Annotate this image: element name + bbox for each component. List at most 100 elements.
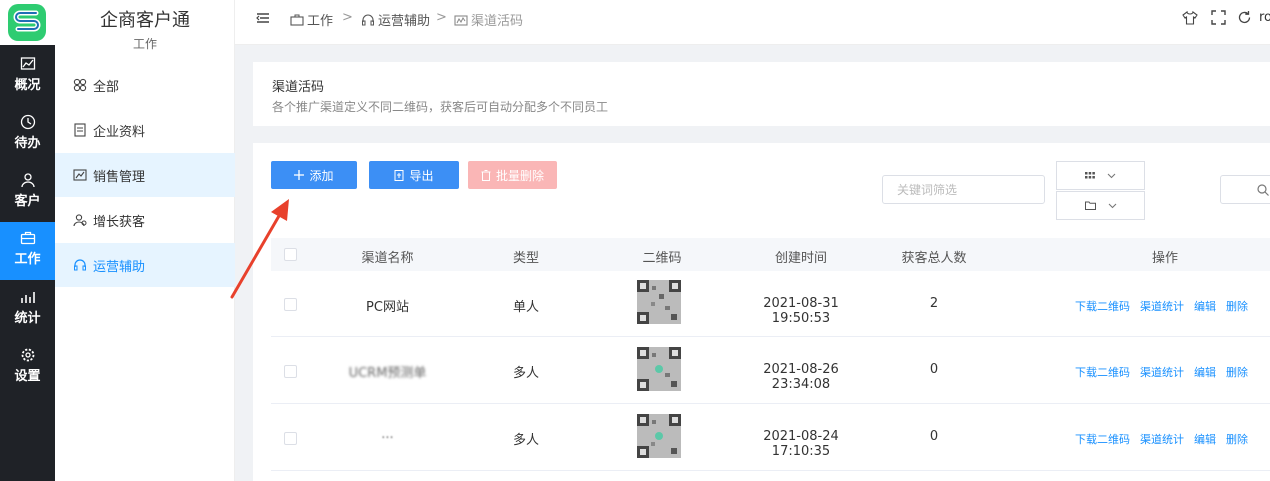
rail-label: 工作 [14,252,41,267]
document-icon [74,123,86,137]
qrcode-image[interactable] [637,414,681,458]
sidebar-item-ops[interactable]: 运营辅助 [55,243,235,287]
created-time: 2021-08-26 23:34:08 [763,362,839,392]
add-button[interactable]: 添加 [271,161,357,189]
folder-select[interactable] [1056,191,1145,220]
rail-label: 待办 [14,136,41,151]
delete-link[interactable]: 删除 [1226,298,1248,314]
download-qrcode-link[interactable]: 下载二维码 [1075,298,1130,314]
breadcrumb-label: 运营辅助 [378,14,431,29]
batch-delete-label: 批量删除 [495,168,544,183]
refresh-icon[interactable] [1237,10,1252,25]
channel-stats-link[interactable]: 渠道统计 [1140,364,1184,380]
sidebar-item-label: 销售管理 [93,169,146,185]
rail-item-todo[interactable]: 待办 [0,106,55,164]
column-header: 二维码 [642,251,682,266]
rail-item-work[interactable]: 工作 [0,222,55,280]
sidebar-item-company-info[interactable]: 企业资料 [55,108,235,152]
export-button[interactable]: 导出 [369,161,459,189]
add-button-label: 添加 [309,168,334,183]
rail-item-customers[interactable]: 客户 [0,164,55,222]
channel-stats-link[interactable]: 渠道统计 [1140,431,1184,447]
app-logo[interactable] [0,0,55,45]
user-icon [20,173,35,188]
stats-icon [20,292,35,303]
user-name[interactable]: ro [1259,10,1270,25]
channel-stats-link[interactable]: 渠道统计 [1140,298,1184,314]
channel-name: PC网站 [366,300,409,315]
page-description: 各个推广渠道定义不同二维码，获客后可自动分配多个不同员工 [272,100,609,114]
search-input[interactable] [1220,175,1270,204]
tshirt-icon[interactable] [1182,10,1198,26]
briefcase-icon [20,231,35,245]
channel-type: 单人 [512,300,539,315]
export-icon [394,169,404,181]
column-header: 类型 [512,251,539,266]
search-icon [1257,183,1269,196]
table-header: 渠道名称 类型 二维码 创建时间 获客总人数 操作 [271,238,1270,271]
rail-item-settings[interactable]: 设置 [0,339,55,397]
breadcrumb-current: 渠道活码 [454,10,523,29]
rail-item-overview[interactable]: 概况 [0,48,55,106]
column-header: 获客总人数 [901,251,967,266]
rail-label: 统计 [14,311,41,326]
grid-icon [73,78,87,92]
customer-count: 0 [929,429,939,444]
channel-type: 多人 [512,366,539,381]
delete-link[interactable]: 删除 [1226,431,1248,447]
left-rail: 概况 待办 客户 工作 统计 设置 [0,0,55,481]
sub-sidebar: 企商客户通 工作 全部 企业资料 销售管理 增长获客 运营辅助 [55,0,235,481]
created-time: 2021-08-24 17:10:35 [763,429,839,459]
grid-view-icon [1085,171,1095,178]
users-icon [73,214,87,227]
page-title: 渠道活码 [272,80,325,95]
channel-type: 多人 [512,433,539,448]
download-qrcode-link[interactable]: 下载二维码 [1075,364,1130,380]
column-header: 创建时间 [774,251,827,266]
headset-icon [74,259,86,271]
row-checkbox[interactable] [284,365,297,378]
edit-link[interactable]: 编辑 [1194,364,1216,380]
qrcode-tag-icon [454,14,468,26]
rail-label: 概况 [14,78,41,93]
qrcode-image[interactable] [637,280,681,324]
customer-count: 0 [929,362,939,377]
sidebar-item-growth[interactable]: 增长获客 [55,198,235,242]
edit-link[interactable]: 编辑 [1194,298,1216,314]
channel-name: ... [381,427,394,442]
gear-icon [21,348,34,362]
rail-item-stats[interactable]: 统计 [0,281,55,339]
sidebar-item-label: 增长获客 [93,214,146,230]
batch-delete-button[interactable]: 批量删除 [468,161,557,189]
section-title: 工作 [132,37,157,51]
customer-count: 2 [929,296,939,311]
breadcrumb-work[interactable]: 工作 [290,10,333,29]
delete-link[interactable]: 删除 [1226,364,1248,380]
sidebar-item-label: 企业资料 [93,124,146,140]
breadcrumb-separator: > [436,10,447,25]
headset-icon [362,14,374,25]
sidebar-item-sales[interactable]: 销售管理 [55,153,235,197]
folder-icon [1084,201,1096,210]
breadcrumb-ops[interactable]: 运营辅助 [361,10,430,29]
sidebar-item-all[interactable]: 全部 [55,63,235,107]
keyword-filter-placeholder: 关键词筛选 [897,183,958,197]
breadcrumb-separator: > [342,10,353,25]
keyword-filter-input[interactable]: 关键词筛选 [882,175,1045,204]
column-header: 渠道名称 [361,251,414,266]
rail-label: 客户 [14,194,41,209]
view-mode-select[interactable] [1056,161,1145,190]
sales-chart-icon [73,169,87,181]
menu-toggle-icon[interactable] [256,11,270,25]
edit-link[interactable]: 编辑 [1194,431,1216,447]
qrcode-image[interactable] [637,347,681,391]
download-qrcode-link[interactable]: 下载二维码 [1075,431,1130,447]
app-title: 企商客户通 [100,10,190,31]
trash-icon [481,169,491,181]
table-row: ... 多人 2021-08-24 17:10:35 0 下载二维码 渠道统计 … [271,405,1270,471]
row-checkbox[interactable] [284,432,297,445]
fullscreen-icon[interactable] [1211,10,1226,25]
sidebar-item-label: 运营辅助 [93,259,146,275]
plus-icon [294,170,305,180]
channel-name: UCRM预测单 [348,366,427,381]
